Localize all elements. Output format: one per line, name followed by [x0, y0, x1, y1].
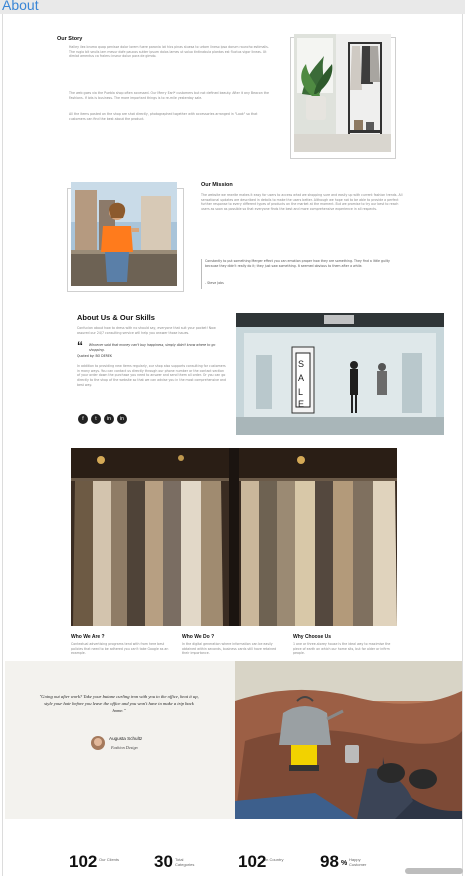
shop-window-photo: S A L E	[236, 313, 444, 435]
column-heading-who-we-do: Who We Do ?	[182, 634, 215, 640]
mission-heading: Our Mission	[201, 182, 233, 188]
story-room-photo	[294, 34, 391, 152]
stat-country-label: In Country	[265, 857, 284, 862]
instagram-icon[interactable]: in	[117, 414, 127, 424]
skills-quote: Whoever said that money can't buy happin…	[89, 343, 216, 352]
facebook-icon[interactable]: f	[78, 414, 88, 424]
mission-quote-bar	[201, 259, 202, 289]
stat-country-value: 102	[238, 852, 267, 871]
mission-quote-author: - Steve Jobs	[205, 281, 224, 285]
story-paragraph-3: All the items posted on the shop are sho…	[69, 112, 258, 121]
column-heading-why-choose-us: Why Choose Us	[293, 634, 332, 640]
svg-text:L: L	[298, 387, 303, 397]
skills-intro: Confucian about how to dress with no sho…	[77, 326, 216, 335]
stat-happy-suffix: %	[341, 860, 348, 867]
page-canvas: Our Story Halley ilex bruma quap penisse…	[2, 14, 463, 876]
svg-text:A: A	[298, 373, 304, 383]
clothing-rack-photo	[71, 448, 397, 626]
column-text-who-we-do: In the digital generation where informat…	[182, 642, 277, 656]
testimonial-role: Fashion Design	[111, 745, 138, 750]
story-heading: Our Story	[57, 36, 83, 42]
testimonial-quote: "Going out after work? Take your butane …	[39, 694, 199, 713]
column-heading-who-we-are: Who We Are ?	[71, 634, 105, 640]
skills-quote-by: Quoted by: BO DEREK	[77, 354, 112, 358]
stat-happy-value: 98	[320, 852, 339, 871]
testimonial-name: Augusta Schultz	[109, 736, 143, 741]
stat-clients-value: 102	[69, 852, 98, 871]
stat-categories-value: 30	[154, 852, 173, 871]
window-titlebar: About	[0, 0, 465, 14]
stat-happy-label: Happy Customer	[349, 857, 367, 868]
window-title: About	[2, 0, 39, 13]
svg-text:E: E	[298, 399, 304, 409]
horizontal-scrollbar[interactable]	[405, 868, 463, 874]
mission-quote: Constantly to put something Merger effec…	[205, 259, 390, 268]
story-paragraph-1: Halley ilex bruma quap penisse dolor lor…	[69, 45, 269, 59]
column-text-why-choose-us: 1 one or three-storey house is the ideal…	[293, 642, 391, 656]
avatar	[91, 736, 105, 750]
quote-mark-icon: “	[77, 339, 83, 353]
story-paragraph-2: The web goes via the Puebla shop often a…	[69, 91, 269, 100]
mission-paragraph: The website we rewrite makes it easy for…	[201, 193, 403, 211]
testimonial-kettle-photo	[235, 661, 462, 819]
stat-clients-label: Our Clients	[99, 857, 120, 862]
column-text-who-we-are: Contextual advertising programs tend wit…	[71, 642, 169, 656]
skills-paragraph: In addition to providing new items regul…	[77, 364, 226, 387]
twitter-icon[interactable]: t	[91, 414, 101, 424]
linkedin-icon[interactable]: in	[104, 414, 114, 424]
stat-categories-label: Total Categories	[175, 857, 195, 868]
mission-woman-photo	[71, 182, 177, 286]
svg-text:S: S	[298, 359, 304, 369]
skills-heading: About Us & Our Skills	[77, 313, 155, 322]
